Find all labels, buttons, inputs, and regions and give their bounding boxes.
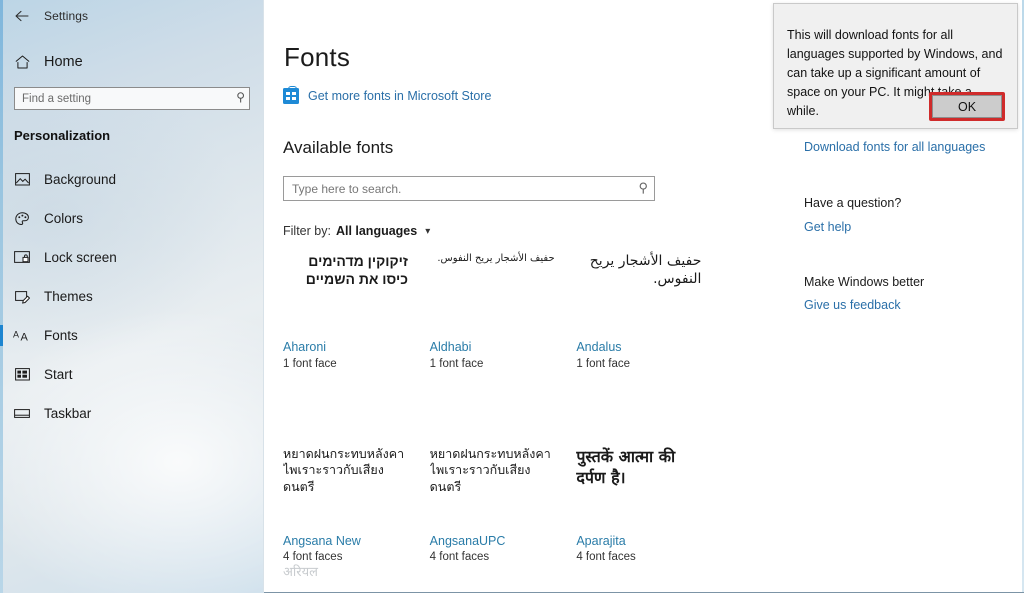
font-search-input[interactable]: [283, 176, 655, 201]
ok-button-highlight: OK: [929, 92, 1005, 121]
sidebar-label: Colors: [44, 211, 84, 226]
font-preview-text: पुस्तकें आत्मा की दर्पण है।: [576, 446, 676, 487]
font-card-angsana-new[interactable]: หยาดฝนกระทบหลังคา ไพเราะราวกับเสียงดนตรี…: [283, 442, 430, 564]
font-face-count: 1 font face: [576, 357, 631, 370]
page-title: Fonts: [284, 42, 351, 72]
font-name[interactable]: Angsana New: [283, 534, 430, 550]
font-preview-text: حفيف الأشجار يريح النفوس.: [437, 253, 555, 264]
font-search-wrap: ⚲: [283, 176, 655, 201]
font-card-aldhabi[interactable]: حفيف الأشجار يريح النفوس. Aldhabi 1 font…: [430, 248, 577, 370]
app-title: Settings: [44, 8, 89, 23]
sidebar-label: Themes: [44, 289, 93, 304]
download-fonts-confirmation-dialog: This will download fonts for all languag…: [773, 3, 1018, 129]
sidebar-item-fonts[interactable]: A A Fonts: [0, 316, 264, 355]
row-spacer: [283, 370, 723, 442]
microsoft-store-bag-icon: [283, 85, 299, 104]
sidebar-item-taskbar[interactable]: Taskbar: [0, 394, 264, 433]
home-icon: [0, 55, 44, 69]
start-grid-icon: [0, 368, 44, 381]
sidebar-item-home[interactable]: Home: [0, 45, 264, 79]
filter-value[interactable]: All languages: [336, 224, 417, 238]
font-face-count: 1 font face: [283, 357, 337, 370]
chevron-down-icon[interactable]: ▾: [425, 226, 430, 237]
font-face-count: 1 font face: [429, 357, 484, 370]
title-bar-left: Settings: [0, 0, 264, 31]
sidebar-home-label: Home: [44, 54, 83, 70]
font-preview: पुस्तकें आत्मा की दर्पण है।: [576, 442, 723, 534]
font-preview: หยาดฝนกระทบหลังคา ไพเราะราวกับเสียงดนตรี: [430, 442, 577, 534]
get-more-fonts-link[interactable]: Get more fonts in Microsoft Store: [283, 85, 492, 104]
font-preview-text: حفيف الأشجار يريح النفوس.: [589, 253, 702, 288]
taskbar-icon: [0, 408, 44, 419]
font-preview: حفيف الأشجار يريح النفوس.: [576, 248, 723, 340]
font-card-aparajita[interactable]: पुस्तकें आत्मा की दर्पण है। Aparajita 4 …: [576, 442, 723, 564]
sidebar-item-start[interactable]: Start: [0, 355, 264, 394]
filter-row: Filter by: All languages ▾: [283, 224, 430, 238]
have-a-question-header: Have a question?: [804, 196, 902, 210]
image-icon: [0, 173, 44, 186]
back-arrow-icon[interactable]: [0, 0, 44, 31]
font-row: זיקוקין מדהימים כיסו את השמיים Aharoni 1…: [283, 248, 723, 370]
font-card-angsanaupc[interactable]: หยาดฝนกระทบหลังคา ไพเราะราวกับเสียงดนตรี…: [430, 442, 577, 564]
font-row: หยาดฝนกระทบหลังคา ไพเราะราวกับเสียงดนตรี…: [283, 442, 723, 564]
find-a-setting-wrap: ⚲: [14, 87, 250, 110]
sidebar-item-lock-screen[interactable]: Lock screen: [0, 238, 264, 277]
sidebar-label: Fonts: [44, 328, 78, 343]
font-preview: حفيف الأشجار يريح النفوس.: [430, 248, 577, 340]
sidebar-item-themes[interactable]: Themes: [0, 277, 264, 316]
sidebar-label: Start: [44, 367, 73, 382]
get-more-fonts-label: Get more fonts in Microsoft Store: [308, 89, 492, 103]
svg-text:A: A: [13, 330, 19, 340]
sidebar-label: Background: [44, 172, 117, 187]
give-us-feedback-link[interactable]: Give us feedback: [804, 298, 901, 312]
sidebar: Settings Home ⚲ Personalization: [0, 0, 264, 593]
partial-preview-text: अरियल: [283, 565, 318, 580]
font-preview: זיקוקין מדהימים כיסו את השמיים: [283, 248, 430, 340]
palette-icon: [0, 211, 44, 226]
make-windows-better-header: Make Windows better: [804, 275, 925, 289]
available-fonts-header: Available fonts: [283, 138, 394, 157]
font-card-andalus[interactable]: حفيف الأشجار يريح النفوس. Andalus 1 font…: [576, 248, 723, 370]
partial-font-row: अरियल: [283, 562, 723, 586]
download-fonts-all-languages-link[interactable]: Download fonts for all languages: [804, 140, 985, 154]
sidebar-item-colors[interactable]: Colors: [0, 199, 264, 238]
filter-label: Filter by:: [283, 224, 331, 238]
lock-screen-icon: [0, 251, 44, 264]
font-preview: หยาดฝนกระทบหลังคา ไพเราะราวกับเสียงดนตรี: [283, 442, 430, 534]
font-preview-text: หยาดฝนกระทบหลังคา ไพเราะราวกับเสียงดนตรี: [429, 445, 551, 494]
sidebar-section-header: Personalization: [14, 128, 111, 143]
svg-text:A: A: [20, 332, 28, 343]
font-grid: זיקוקין מדהימים כיסו את השמיים Aharoni 1…: [283, 248, 723, 563]
font-name[interactable]: Andalus: [576, 340, 723, 356]
font-name[interactable]: AngsanaUPC: [430, 534, 577, 550]
font-name[interactable]: Aparajita: [576, 534, 723, 550]
font-preview-text: זיקוקין מדהימים כיסו את השמיים: [305, 253, 408, 288]
sidebar-item-background[interactable]: Background: [0, 160, 264, 199]
font-preview-text: หยาดฝนกระทบหลังคา ไพเราะราวกับเสียงดนตรี: [283, 445, 405, 494]
fonts-aa-icon: A A: [0, 329, 44, 343]
find-a-setting-input[interactable]: [14, 87, 250, 110]
get-help-link[interactable]: Get help: [804, 220, 851, 234]
font-name[interactable]: Aldhabi: [430, 340, 577, 356]
sidebar-nav: Background Colors Lock screen Themes A A…: [0, 160, 264, 433]
font-name[interactable]: Aharoni: [283, 340, 430, 356]
settings-window: Settings Home ⚲ Personalization: [0, 0, 1024, 593]
ok-button[interactable]: OK: [932, 95, 1002, 118]
sidebar-label: Lock screen: [44, 250, 117, 265]
sidebar-label: Taskbar: [44, 406, 92, 421]
themes-icon: [0, 290, 44, 304]
font-card-aharoni[interactable]: זיקוקין מדהימים כיסו את השמיים Aharoni 1…: [283, 248, 430, 370]
